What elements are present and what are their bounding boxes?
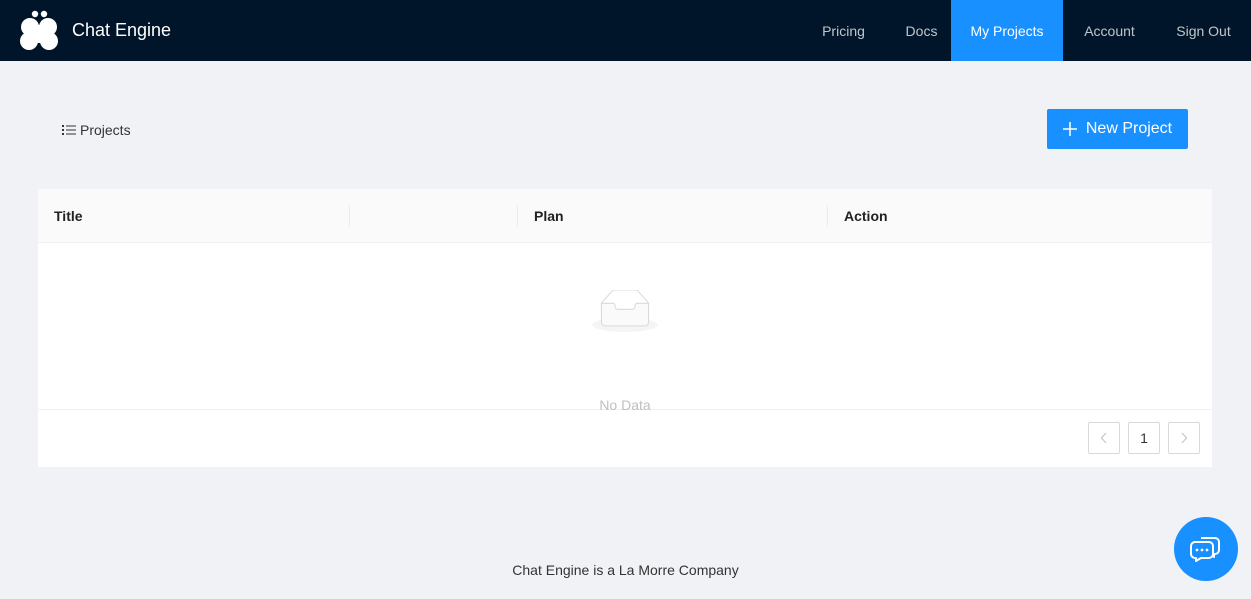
column-divider: [349, 205, 350, 227]
empty-text: No Data: [599, 397, 651, 413]
brand-name: Chat Engine: [72, 20, 172, 40]
new-project-button[interactable]: New Project: [1047, 109, 1188, 149]
projects-table: Title Plan Action No Data 1: [38, 189, 1212, 467]
list-icon: [62, 125, 76, 135]
page-number-button[interactable]: 1: [1128, 422, 1160, 454]
column-header-title[interactable]: Title: [54, 189, 83, 243]
nav-sign-out[interactable]: Sign Out: [1156, 0, 1251, 61]
footer-text: Chat Engine is a La Morre Company: [512, 562, 739, 578]
chat-engine-logo-icon: [20, 10, 58, 50]
plus-icon: [1062, 122, 1077, 136]
nav-docs[interactable]: Docs: [892, 0, 951, 61]
projects-heading: Projects: [62, 122, 131, 138]
projects-label: Projects: [80, 122, 131, 138]
empty-inbox-icon: [592, 290, 658, 332]
empty-state: No Data: [38, 243, 1212, 413]
chevron-right-icon: [1181, 432, 1188, 444]
column-header-action[interactable]: Action: [844, 189, 888, 243]
nav-my-projects[interactable]: My Projects: [951, 0, 1063, 61]
chevron-left-icon: [1100, 432, 1107, 444]
top-navbar: Chat Engine Pricing Docs My Projects Acc…: [0, 0, 1251, 61]
chat-bubbles-icon: [1190, 537, 1220, 562]
table-header: Title Plan Action: [38, 189, 1212, 243]
column-divider: [827, 205, 828, 227]
chat-widget-button[interactable]: [1174, 517, 1238, 581]
column-header-plan[interactable]: Plan: [534, 189, 564, 243]
prev-page-button[interactable]: [1088, 422, 1120, 454]
logo[interactable]: Chat Engine: [18, 0, 171, 61]
main-nav: Pricing Docs My Projects Account Sign Ou…: [795, 0, 1251, 61]
column-divider: [517, 205, 518, 227]
nav-account[interactable]: Account: [1063, 0, 1156, 61]
next-page-button[interactable]: [1168, 422, 1200, 454]
nav-pricing[interactable]: Pricing: [795, 0, 892, 61]
new-project-label: New Project: [1085, 120, 1173, 137]
